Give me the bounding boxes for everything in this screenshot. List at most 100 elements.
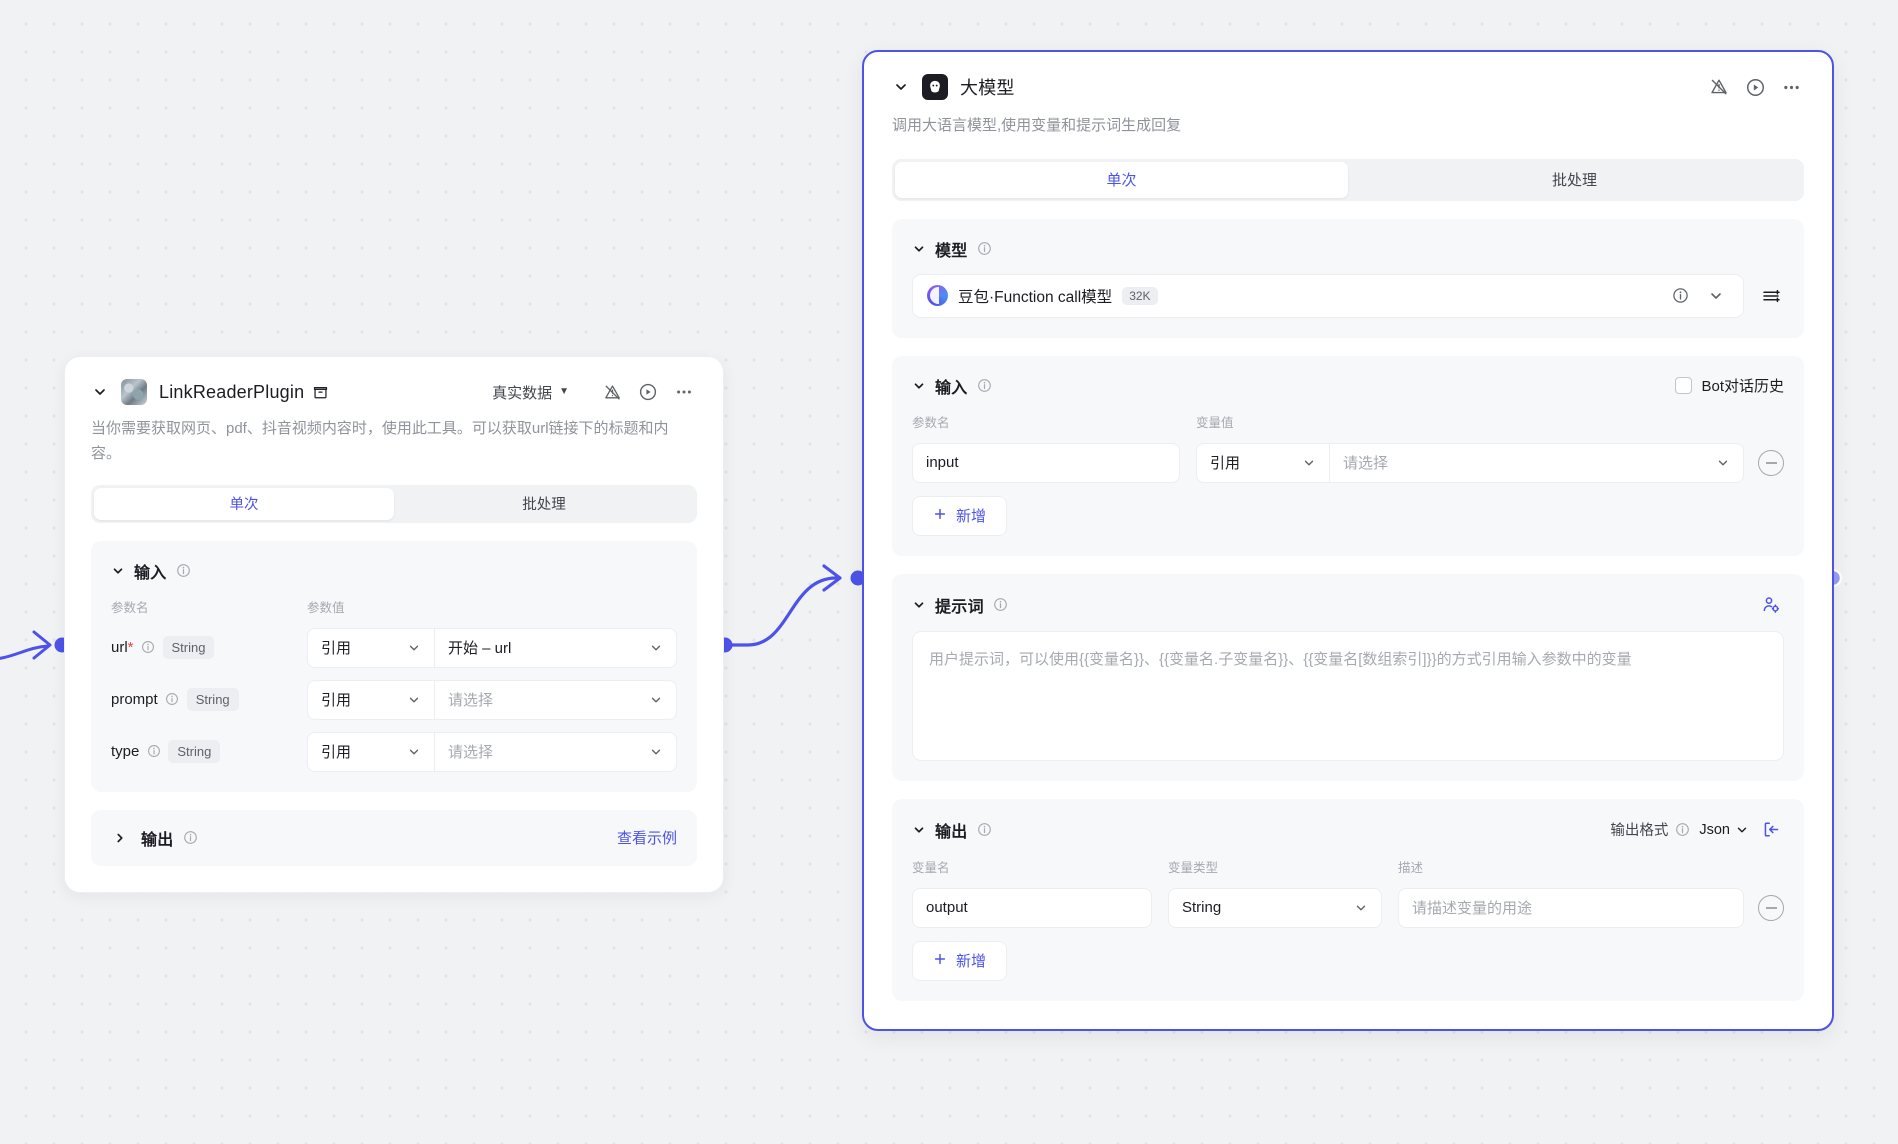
plugin-input-row: type String 引用 请选择 [111, 731, 677, 772]
llm-prompt-header: 提示词 [912, 592, 1784, 618]
ref-mode-value: 引用 [1210, 455, 1241, 473]
param-value-combo[interactable]: 引用 请选择 [307, 731, 677, 772]
prompt-textarea[interactable]: 用户提示词，可以使用{{变量名}}、{{变量名.子变量名}}、{{变量名[数组索… [912, 630, 1784, 761]
ref-mode-select[interactable]: 引用 [308, 681, 434, 719]
param-name-input[interactable]: input [912, 442, 1180, 483]
add-input-button[interactable]: 新增 [912, 495, 1008, 536]
column-header-variable-type: 变量类型 [1168, 860, 1219, 875]
info-icon[interactable] [165, 692, 180, 707]
info-icon[interactable] [183, 830, 198, 845]
output-format-select[interactable]: Json [1699, 822, 1749, 838]
param-type-chip: String [168, 739, 221, 764]
output-format-value: Json [1699, 821, 1730, 838]
run-icon[interactable] [635, 379, 661, 405]
plugin-input-column-headers: 参数名 参数值 [111, 597, 677, 616]
sliders-icon[interactable] [1758, 283, 1784, 309]
llm-model-row: 豆包·Function call模型 32K [912, 273, 1784, 318]
plugin-node-card[interactable]: LinkReaderPlugin 真实数据 ▼ 当你需要获取网页、pdf、抖音视… [64, 356, 724, 893]
chevron-down-icon[interactable] [912, 242, 926, 256]
output-variable-name-value: output [926, 899, 968, 917]
tab-single[interactable]: 单次 [94, 487, 394, 520]
tab-batch[interactable]: 批处理 [394, 488, 694, 520]
import-icon[interactable] [1758, 817, 1784, 843]
minus-circle-icon[interactable] [1758, 894, 1784, 921]
ref-value-text: 请选择 [448, 744, 494, 761]
minus-circle-icon[interactable] [1758, 449, 1784, 476]
llm-input-header: 输入 Bot对话历史 [912, 374, 1784, 398]
ref-value-select[interactable]: 开始 – url [434, 628, 676, 667]
chevron-down-icon [407, 745, 421, 759]
info-icon[interactable] [1667, 283, 1693, 309]
ref-mode-value: 引用 [321, 640, 352, 657]
info-icon[interactable] [1675, 822, 1690, 837]
llm-model-header: 模型 [912, 237, 1784, 261]
tab-batch[interactable]: 批处理 [1348, 162, 1801, 198]
chevron-down-icon[interactable] [1703, 283, 1729, 309]
info-icon[interactable] [146, 744, 161, 759]
param-label: type [111, 742, 140, 760]
chevron-down-icon[interactable] [111, 564, 125, 578]
chevron-right-icon[interactable] [111, 829, 129, 847]
more-icon[interactable] [671, 379, 697, 405]
ref-value-select[interactable]: 请选择 [434, 732, 676, 771]
chevron-down-icon [1302, 456, 1316, 470]
column-header-variable-value: 变量值 [1196, 415, 1234, 430]
add-output-button[interactable]: 新增 [912, 940, 1008, 981]
output-variable-type-select[interactable]: String [1168, 887, 1382, 928]
llm-model-title: 模型 [935, 242, 968, 260]
chevron-down-icon[interactable] [912, 379, 926, 393]
info-icon[interactable] [176, 563, 191, 578]
minus-bar [1765, 907, 1777, 909]
column-header-param-value: 参数值 [307, 600, 345, 615]
ref-mode-select[interactable]: 引用 [308, 629, 434, 667]
chevron-down-icon [407, 641, 421, 655]
param-name-value: input [926, 454, 959, 472]
chevron-down-icon [1735, 823, 1749, 837]
ref-value-select[interactable]: 请选择 [434, 680, 676, 719]
llm-prompt-section: 提示词 用户提示词，可以使用{{变量名}}、{{变量名.子变量名}}、{{变量名… [892, 573, 1804, 781]
llm-node-card[interactable]: 大模型 调用大语言模型,使用变量和提示词生成回复 单次 批处理 模型 豆包·Fu… [862, 50, 1834, 1031]
info-icon[interactable] [993, 597, 1008, 612]
ref-mode-select[interactable]: 引用 [1197, 444, 1329, 482]
mute-warning-icon[interactable] [1706, 74, 1732, 100]
ref-value-select[interactable]: 请选择 [1329, 443, 1743, 482]
param-value-combo[interactable]: 引用 请选择 [1196, 442, 1744, 483]
llm-input-column-headers: 参数名 变量值 [912, 412, 1784, 431]
context-length-badge: 32K [1122, 286, 1158, 305]
mute-warning-icon[interactable] [599, 379, 625, 405]
info-icon[interactable] [977, 822, 992, 837]
param-type-chip: String [162, 635, 215, 660]
info-icon[interactable] [977, 241, 992, 256]
param-value-combo[interactable]: 引用 开始 – url [307, 627, 677, 668]
plugin-mode-tabs[interactable]: 单次 批处理 [91, 484, 697, 523]
model-select[interactable]: 豆包·Function call模型 32K [912, 273, 1744, 318]
plugin-avatar-icon [121, 379, 147, 405]
ref-value-text: 开始 – url [448, 640, 512, 657]
user-settings-icon[interactable] [1758, 592, 1784, 618]
output-variable-name-input[interactable]: output [912, 887, 1152, 928]
run-icon[interactable] [1742, 74, 1768, 100]
output-description-input[interactable]: 请描述变量的用途 [1398, 887, 1744, 928]
ref-mode-value: 引用 [321, 744, 352, 761]
chevron-down-icon[interactable] [91, 383, 109, 401]
store-icon [313, 385, 328, 400]
chevron-down-icon [649, 693, 663, 707]
chevron-down-icon[interactable] [912, 823, 926, 837]
data-mode-dropdown[interactable]: 真实数据 ▼ [492, 382, 569, 403]
view-example-link[interactable]: 查看示例 [617, 827, 677, 848]
tab-single[interactable]: 单次 [895, 161, 1348, 198]
chevron-down-icon[interactable] [912, 598, 926, 612]
llm-model-section: 模型 豆包·Function call模型 32K [892, 218, 1804, 338]
llm-node-title: 大模型 [960, 78, 1015, 98]
info-icon[interactable] [141, 640, 156, 655]
more-icon[interactable] [1778, 74, 1804, 100]
param-value-combo[interactable]: 引用 请选择 [307, 679, 677, 720]
plugin-node-description: 当你需要获取网页、pdf、抖音视频内容时，使用此工具。可以获取url链接下的标题… [91, 420, 669, 462]
chevron-down-icon[interactable] [892, 78, 910, 96]
output-format-group: 输出格式 Json [1610, 817, 1784, 843]
info-icon[interactable] [977, 378, 992, 393]
plus-icon [933, 952, 947, 970]
llm-mode-tabs[interactable]: 单次 批处理 [892, 158, 1804, 201]
bot-history-checkbox[interactable]: Bot对话历史 [1675, 375, 1784, 396]
ref-mode-select[interactable]: 引用 [308, 733, 434, 771]
